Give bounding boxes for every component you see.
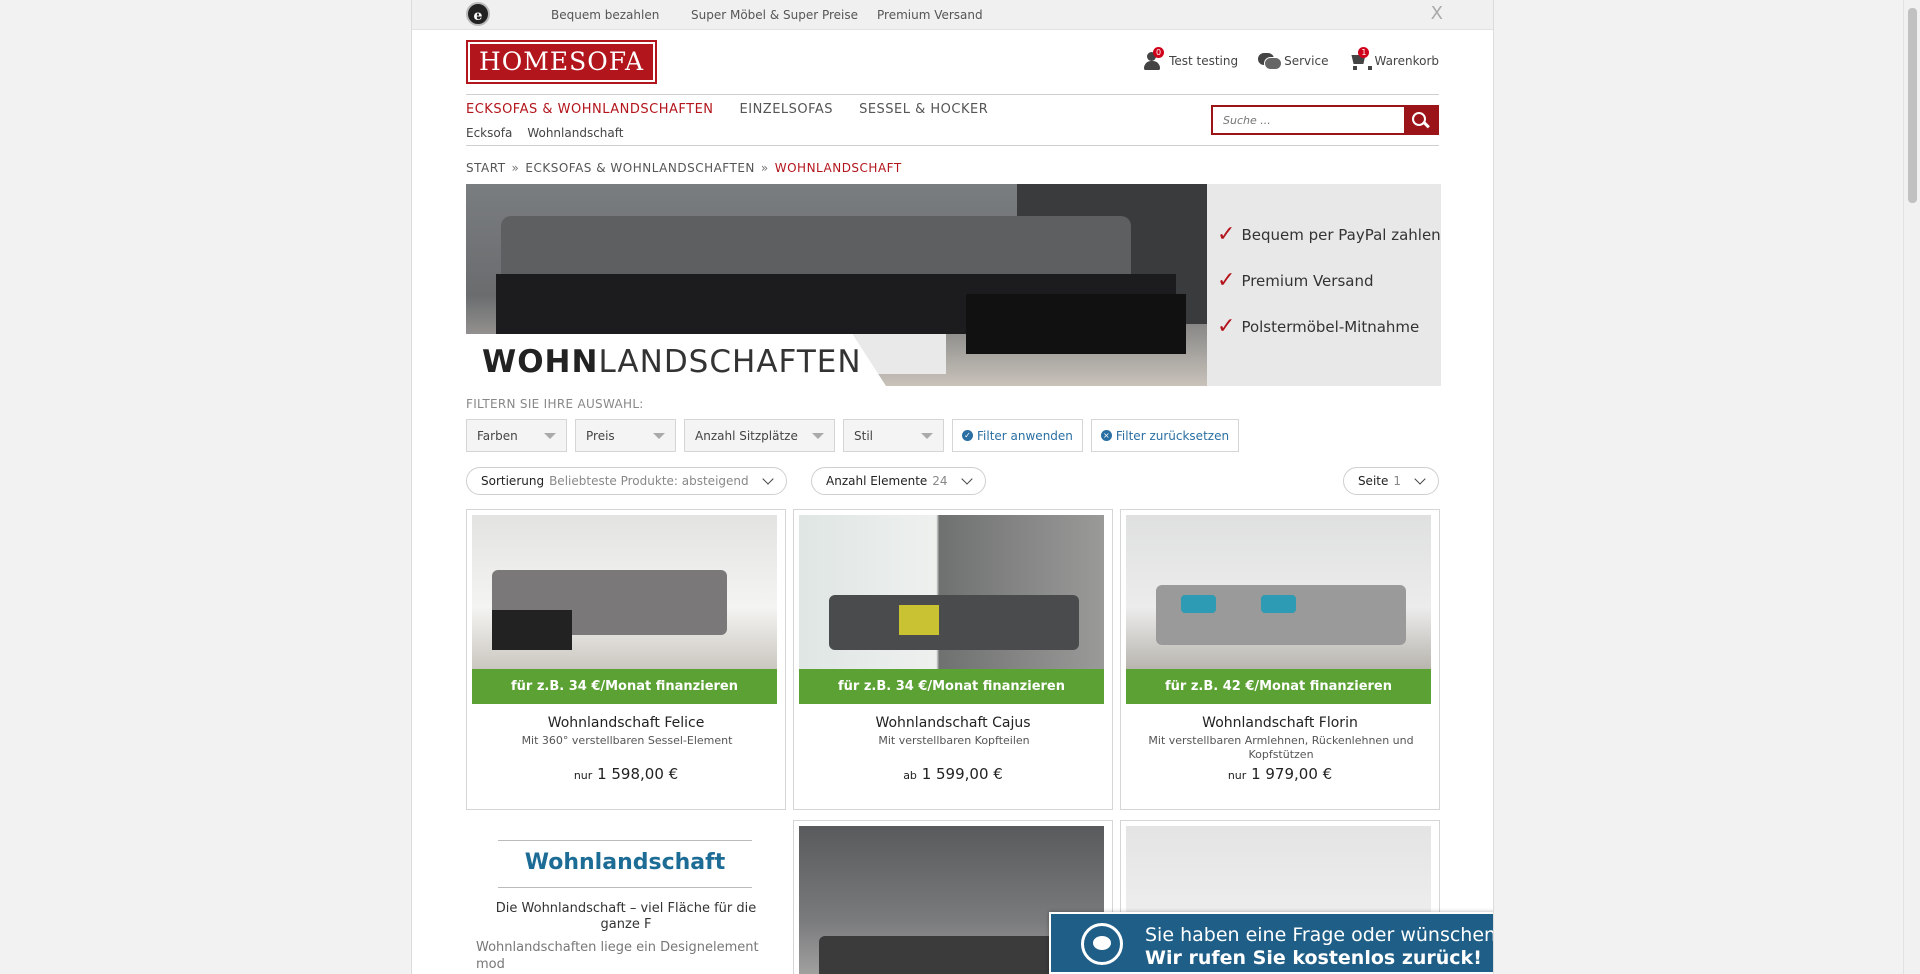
main-navigation: ECKSOFAS & WOHNLANDSCHAFTEN EINZELSOFAS … [466, 94, 1439, 146]
product-price: nur 1 979,00 € [1227, 765, 1333, 783]
apply-filter-button[interactable]: ✓ Filter anwenden [952, 419, 1083, 452]
reset-filter-button[interactable]: × Filter zurücksetzen [1090, 419, 1240, 452]
page-scrollbar[interactable] [1903, 0, 1920, 974]
account-badge: 0 [1153, 47, 1165, 58]
dropdown-arrow-icon [653, 432, 665, 439]
breadcrumb: START » ECKSOFAS & WOHNLANDSCHAFTEN » WOHNLA… [466, 161, 902, 175]
search-form [1211, 105, 1439, 135]
homesofa-logo[interactable]: HOMESOFA [466, 40, 657, 84]
checkmark-icon: ✓ [1217, 222, 1236, 247]
service-link[interactable]: Service [1258, 52, 1328, 70]
product-name[interactable]: Wohnlandschaft Felice [467, 715, 785, 731]
breadcrumb-separator-icon: » [511, 161, 520, 175]
product-description: Mit 360° verstellbaren Sessel-Element [521, 734, 733, 747]
dropdown-arrow-icon [921, 432, 933, 439]
chat-icon [1258, 52, 1283, 70]
nav-sessel-hocker[interactable]: SESSEL & HOCKER [859, 102, 988, 117]
check-circle-icon: ✓ [962, 430, 973, 441]
chevron-down-icon [1414, 473, 1426, 485]
filter-stil-dropdown[interactable]: Stil [843, 419, 944, 452]
cart-label: Warenkorb [1374, 54, 1439, 68]
subnav-wohnlandschaft[interactable]: Wohnlandschaft [527, 126, 623, 140]
cart-link[interactable]: 1 Warenkorb [1348, 47, 1439, 70]
breadcrumb-current: WOHNLANDSCHAFT [774, 161, 902, 175]
nav-einzelsofas[interactable]: EINZELSOFAS [740, 102, 834, 117]
filter-preis-dropdown[interactable]: Preis [575, 419, 676, 452]
category-banner: WOHNLANDSCHAFTEN ✓ Bequem per PayPal zahl… [466, 184, 1441, 386]
financing-button[interactable]: für z.B. 34 €/Monat finanzieren [472, 669, 777, 704]
product-description: Mit verstellbaren Kopfteilen [878, 734, 1030, 747]
product-image[interactable] [472, 515, 777, 669]
service-label: Service [1284, 54, 1329, 68]
cart-icon: 1 [1348, 47, 1373, 70]
product-image[interactable] [799, 515, 1104, 669]
account-label: Test testing [1169, 54, 1239, 68]
financing-button[interactable]: für z.B. 34 €/Monat finanzieren [799, 669, 1104, 704]
breadcrumb-start[interactable]: START [466, 161, 506, 175]
top-usp-bar: e Bequem bezahlen Super Möbel & Super Pr… [412, 0, 1493, 30]
breadcrumb-separator-icon: » [760, 161, 769, 175]
filter-sitzplaetze-dropdown[interactable]: Anzahl Sitzplätze [684, 419, 835, 452]
banner-usp-item: ✓ Polstermöbel-Mitnahme [1217, 314, 1420, 339]
support-agent-icon [1081, 923, 1123, 965]
product-price: nur 1 598,00 € [573, 765, 679, 783]
page-dropdown[interactable]: Seite 1 [1342, 467, 1439, 495]
product-name[interactable]: Wohnlandschaft Cajus [794, 715, 1112, 731]
reset-circle-icon: × [1100, 430, 1112, 441]
usp-payment: Bequem bezahlen [551, 8, 660, 22]
close-topbar-button[interactable]: X [1431, 3, 1443, 24]
trusted-shops-seal-icon[interactable]: e [466, 2, 490, 26]
user-icon: 0 [1143, 47, 1165, 70]
scrollbar-thumb[interactable] [1908, 8, 1917, 203]
search-icon[interactable] [1404, 107, 1437, 133]
filter-bar: Farben Preis Anzahl Sitzplätze Stil ✓ Fil… [466, 419, 1240, 452]
info-title: Wohnlandschaft [524, 850, 726, 875]
usp-shipping: Premium Versand [877, 8, 983, 22]
banner-usp-item: ✓ Premium Versand [1217, 268, 1374, 293]
items-per-page-dropdown[interactable]: Anzahl Elemente 24 [811, 467, 986, 495]
chevron-down-icon [761, 473, 774, 485]
product-price: ab 1 599,00 € [903, 765, 1003, 783]
checkmark-icon: ✓ [1217, 268, 1236, 293]
sort-dropdown[interactable]: Sortierung Beliebteste Produkte: absteige… [466, 467, 787, 495]
cart-badge: 1 [1358, 47, 1370, 58]
usp-prices: Super Möbel & Super Preise [691, 8, 859, 22]
filter-heading: FILTERN SIE IHRE AUSWAHL: [466, 397, 644, 411]
product-card[interactable]: für z.B. 34 €/Monat finanzieren Wohnland… [466, 509, 786, 810]
header-links: 0 Test testing Service 1 Warenkorb [1143, 47, 1439, 70]
product-name[interactable]: Wohnlandschaft Florin [1121, 715, 1439, 731]
breadcrumb-category[interactable]: ECKSOFAS & WOHNLANDSCHAFTEN [525, 161, 755, 175]
account-link[interactable]: 0 Test testing [1143, 47, 1239, 70]
nav-ecksofas-wohnlandschaften[interactable]: ECKSOFAS & WOHNLANDSCHAFTEN [466, 102, 714, 117]
banner-title: WOHNLANDSCHAFTEN [466, 334, 886, 386]
financing-button[interactable]: für z.B. 42 €/Monat finanzieren [1126, 669, 1431, 704]
banner-sofa-image: WOHNLANDSCHAFTEN [466, 184, 1207, 386]
callback-offer: Wir rufen Sie kostenlos zurück! [1145, 947, 1482, 969]
page-container: e Bequem bezahlen Super Möbel & Super Pr… [411, 0, 1494, 974]
dropdown-arrow-icon [544, 432, 556, 439]
info-text: Wohnlandschaften liege ein Designelement… [476, 940, 759, 972]
header: HOMESOFA 0 Test testing Service 1 Warenk… [412, 30, 1493, 94]
product-image[interactable] [1126, 515, 1431, 669]
info-subtitle: Die Wohnlandschaft – viel Fläche für die… [495, 901, 757, 932]
dropdown-arrow-icon [812, 432, 824, 439]
product-card[interactable]: für z.B. 42 €/Monat finanzieren Wohnland… [1120, 509, 1440, 810]
product-card[interactable]: für z.B. 34 €/Monat finanzieren Wohnland… [793, 509, 1113, 810]
divider [498, 840, 752, 841]
product-description: Mit verstellbaren Armlehnen, Rückenlehne… [1148, 734, 1414, 761]
callback-popup[interactable]: Sie haben eine Frage oder wünschen eine … [1049, 912, 1494, 974]
divider [498, 887, 752, 888]
checkmark-icon: ✓ [1217, 314, 1236, 339]
banner-usp-list: ✓ Bequem per PayPal zahlen ✓ Premium Versa… [1207, 184, 1441, 386]
filter-farben-dropdown[interactable]: Farben [466, 419, 567, 452]
subnav-ecksofa[interactable]: Ecksofa [466, 126, 512, 140]
banner-usp-item: ✓ Bequem per PayPal zahlen [1217, 222, 1441, 247]
chevron-down-icon [960, 473, 973, 485]
search-input[interactable] [1213, 107, 1404, 133]
callback-question: Sie haben eine Frage oder wünschen eine … [1145, 924, 1494, 946]
